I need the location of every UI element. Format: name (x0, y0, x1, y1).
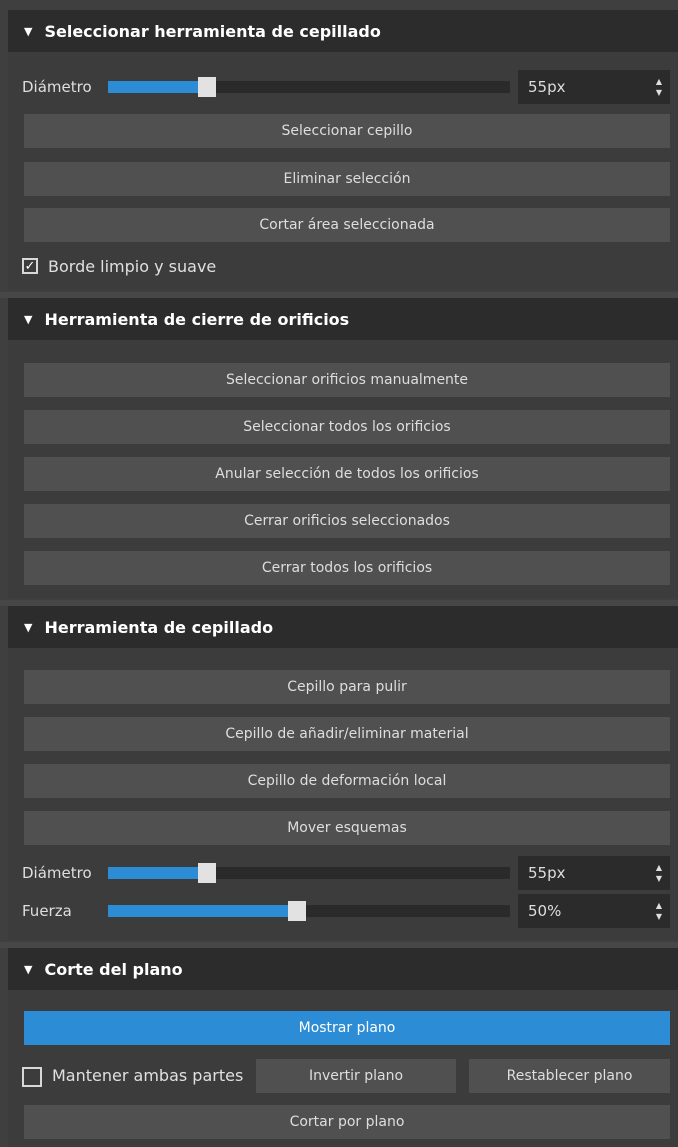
strength-spinbox[interactable]: 50% ▲ ▼ (518, 894, 670, 928)
spin-arrows-icon[interactable]: ▲ ▼ (656, 76, 662, 98)
section-header-brush-tool[interactable]: ▼ Herramienta de cepillado (8, 606, 678, 648)
slider-fill (108, 905, 298, 917)
section-title: Seleccionar herramienta de cepillado (44, 21, 381, 41)
diameter-label: Diámetro (22, 78, 92, 96)
smooth-edge-checkbox[interactable]: ✓ (22, 258, 38, 274)
spin-arrows-icon[interactable]: ▲ ▼ (656, 900, 662, 922)
reset-plane-button[interactable]: Restablecer plano (469, 1059, 670, 1093)
select-brush-button[interactable]: Seleccionar cepillo (24, 114, 670, 148)
polish-brush-button[interactable]: Cepillo para pulir (24, 670, 670, 704)
slider-handle[interactable] (288, 901, 306, 921)
select-all-holes-button[interactable]: Seleccionar todos los orificios (24, 410, 670, 444)
slider-handle[interactable] (198, 77, 216, 97)
diameter-value: 55px (528, 864, 566, 882)
section-header-plane-cut[interactable]: ▼ Corte del plano (8, 948, 678, 990)
move-schemas-button[interactable]: Mover esquemas (24, 811, 670, 845)
diameter-spinbox[interactable]: 55px ▲ ▼ (518, 70, 670, 104)
section-title: Herramienta de cepillado (44, 617, 274, 637)
show-plane-button[interactable]: Mostrar plano (24, 1011, 670, 1045)
checkmark-icon: ✓ (24, 258, 36, 274)
strength-value: 50% (528, 902, 562, 920)
slider-fill (108, 867, 208, 879)
add-remove-material-brush-button[interactable]: Cepillo de añadir/eliminar material (24, 717, 670, 751)
collapse-triangle-icon[interactable]: ▼ (24, 25, 32, 38)
invert-plane-button[interactable]: Invertir plano (256, 1059, 456, 1093)
cut-selected-area-button[interactable]: Cortar área seleccionada (24, 208, 670, 242)
diameter-label: Diámetro (22, 864, 92, 882)
keep-both-parts-checkbox[interactable] (22, 1067, 42, 1087)
deselect-all-holes-button[interactable]: Anular selección de todos los orificios (24, 457, 670, 491)
delete-selection-button[interactable]: Eliminar selección (24, 162, 670, 196)
diameter-slider[interactable] (108, 863, 510, 883)
collapse-triangle-icon[interactable]: ▼ (24, 963, 32, 976)
collapse-triangle-icon[interactable]: ▼ (24, 313, 32, 326)
local-deformation-brush-button[interactable]: Cepillo de deformación local (24, 764, 670, 798)
slider-fill (108, 81, 208, 93)
section-title: Corte del plano (44, 959, 183, 979)
keep-both-parts-label: Mantener ambas partes (52, 1066, 244, 1085)
section-header-hole-fill[interactable]: ▼ Herramienta de cierre de orificios (8, 298, 678, 340)
close-selected-holes-button[interactable]: Cerrar orificios seleccionados (24, 504, 670, 538)
diameter-spinbox[interactable]: 55px ▲ ▼ (518, 856, 670, 890)
close-all-holes-button[interactable]: Cerrar todos los orificios (24, 551, 670, 585)
diameter-value: 55px (528, 78, 566, 96)
select-holes-manually-button[interactable]: Seleccionar orificios manualmente (24, 363, 670, 397)
section-header-select-brush[interactable]: ▼ Seleccionar herramienta de cepillado (8, 10, 678, 52)
strength-slider[interactable] (108, 901, 510, 921)
slider-handle[interactable] (198, 863, 216, 883)
smooth-edge-label: Borde limpio y suave (48, 257, 217, 276)
spin-arrows-icon[interactable]: ▲ ▼ (656, 862, 662, 884)
cut-by-plane-button[interactable]: Cortar por plano (24, 1105, 670, 1139)
strength-label: Fuerza (22, 902, 72, 920)
diameter-slider[interactable] (108, 77, 510, 97)
collapse-triangle-icon[interactable]: ▼ (24, 621, 32, 634)
section-title: Herramienta de cierre de orificios (44, 309, 350, 329)
